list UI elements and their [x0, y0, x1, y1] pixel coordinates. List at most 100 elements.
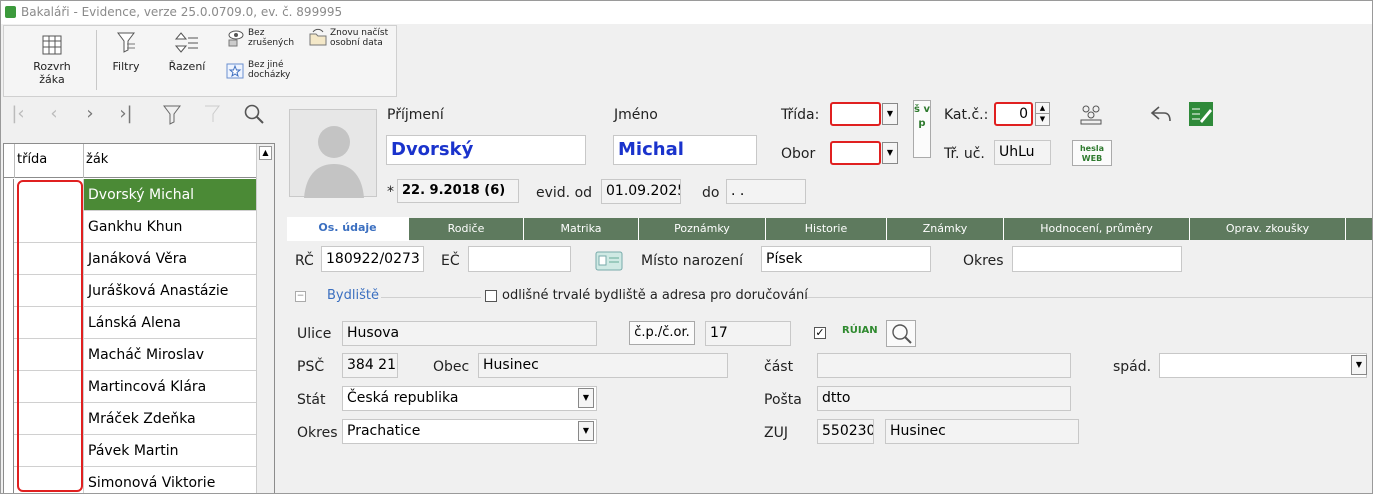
row-selector[interactable]	[4, 307, 14, 339]
search-icon[interactable]	[243, 103, 265, 125]
house-number-field[interactable]: 17	[705, 321, 791, 346]
without-other-attendance-button[interactable]: Bez jiné docházky	[226, 60, 290, 80]
okres-field[interactable]: Prachatice	[342, 419, 597, 444]
ribbon-separator	[96, 30, 97, 90]
row-selector[interactable]	[4, 467, 14, 493]
tab-2[interactable]: Matrika	[524, 218, 639, 240]
field-field[interactable]	[830, 141, 881, 165]
spad-field[interactable]	[1159, 353, 1367, 378]
table-row[interactable]: Dvorský Michal	[14, 179, 256, 211]
birth-district-field[interactable]	[1012, 246, 1182, 272]
state-field[interactable]: Česká republika	[342, 386, 597, 411]
row-selector[interactable]	[4, 275, 14, 307]
timetable-button[interactable]: Rozvrh žáka	[22, 34, 82, 86]
post-field[interactable]: dtto	[817, 386, 1071, 411]
tab-4[interactable]: Historie	[766, 218, 887, 240]
web-passwords-button[interactable]: hesla WEB	[1072, 140, 1112, 166]
col-class-header[interactable]: třída	[14, 144, 84, 178]
to-field[interactable]: . .	[726, 179, 806, 204]
row-class-cell	[14, 179, 84, 211]
table-row[interactable]: Mráček Zdeňka	[14, 403, 256, 435]
grid-scrollbar[interactable]: ▲	[256, 144, 274, 493]
collapse-residence-icon[interactable]: −	[295, 291, 306, 302]
psc-field[interactable]: 384 21	[342, 353, 398, 378]
row-selector[interactable]	[4, 435, 14, 467]
class-dropdown-icon[interactable]: ▼	[882, 103, 898, 125]
edit-green-icon[interactable]	[1188, 101, 1214, 127]
state-dropdown-icon[interactable]: ▼	[578, 388, 594, 408]
row-selector[interactable]	[4, 371, 14, 403]
table-row[interactable]: Janáková Věra	[14, 243, 256, 275]
table-row[interactable]: Martincová Klára	[14, 371, 256, 403]
part-field[interactable]	[817, 353, 1071, 378]
last-record-icon[interactable]: ›|	[115, 103, 137, 125]
city-field[interactable]: Husinec	[478, 353, 728, 378]
spad-dropdown-icon[interactable]: ▼	[1351, 355, 1367, 375]
ruian-search-button[interactable]	[886, 320, 916, 347]
row-selector[interactable]	[4, 403, 14, 435]
spin-down-icon[interactable]: ▼	[1035, 114, 1050, 126]
next-record-icon[interactable]: ›	[79, 103, 101, 125]
table-row[interactable]: Jurášková Anastázie	[14, 275, 256, 307]
catalog-field[interactable]: 0	[994, 102, 1033, 126]
ruian-checkbox[interactable]: ✓	[814, 327, 826, 339]
filters-button[interactable]: Filtry	[104, 30, 148, 73]
street-field[interactable]: Husova	[342, 321, 597, 346]
row-student-name: Mráček Zdeňka	[88, 411, 196, 427]
filter-record-icon[interactable]	[161, 103, 183, 125]
row-selector[interactable]	[4, 211, 14, 243]
previous-record-icon[interactable]: ‹	[43, 103, 65, 125]
row-selector[interactable]	[4, 339, 14, 371]
ruian-logo[interactable]: RÚIAN	[842, 325, 878, 336]
class-field[interactable]	[830, 102, 881, 126]
field-dropdown-icon[interactable]: ▼	[882, 142, 898, 164]
table-row[interactable]: Pávek Martin	[14, 435, 256, 467]
table-row[interactable]: Lánská Alena	[14, 307, 256, 339]
tab-7[interactable]: Oprav. zkoušky	[1190, 218, 1346, 240]
spin-up-icon[interactable]: ▲	[1035, 102, 1050, 114]
tab-3[interactable]: Poznámky	[639, 218, 766, 240]
first-record-icon[interactable]: |‹	[7, 103, 29, 125]
table-row[interactable]: Macháč Miroslav	[14, 339, 256, 371]
tab-5[interactable]: Známky	[887, 218, 1004, 240]
col-student-header[interactable]: žák	[84, 144, 256, 178]
row-class-cell	[14, 403, 84, 435]
birth-district-label: Okres	[963, 253, 1004, 269]
undo-filter-icon[interactable]	[201, 103, 223, 125]
grid-header: třída žák	[4, 144, 256, 178]
birthplace-field[interactable]: Písek	[761, 246, 931, 272]
surname-field[interactable]: Dvorský	[386, 135, 586, 165]
row-selector[interactable]	[4, 179, 14, 211]
row-class-cell	[14, 339, 84, 371]
row-class-cell	[14, 275, 84, 307]
rc-field[interactable]: 180922/0273	[321, 246, 424, 272]
people-icon[interactable]	[1078, 103, 1104, 127]
birth-date-field: 22. 9.2018 (6)	[397, 179, 519, 203]
ec-field[interactable]	[468, 246, 571, 272]
teacher-field: UhLu	[994, 140, 1051, 165]
row-student-name: Gankhu Khun	[88, 219, 183, 235]
reload-personal-data-button[interactable]: Znovu načíst osobní data	[308, 28, 388, 48]
table-row[interactable]: Simonová Viktorie	[14, 467, 256, 493]
evid-from-field[interactable]: 01.09.2025	[601, 179, 681, 204]
back-arrow-icon[interactable]	[1149, 103, 1173, 125]
sort-button[interactable]: Řazení	[164, 30, 210, 73]
tab-1[interactable]: Rodiče	[409, 218, 524, 240]
okres-dropdown-icon[interactable]: ▼	[578, 421, 594, 441]
different-address-checkbox[interactable]	[485, 290, 497, 302]
without-cancelled-button[interactable]: Bez zrušených	[226, 28, 294, 48]
birthplace-label: Místo narození	[641, 253, 743, 269]
house-number-button[interactable]: č.p./č.or.	[629, 321, 695, 345]
row-selector[interactable]	[4, 243, 14, 275]
scroll-up-icon[interactable]: ▲	[259, 146, 272, 160]
table-row[interactable]: Gankhu Khun	[14, 211, 256, 243]
sort-icon	[174, 32, 198, 53]
tab-0[interactable]: Os. údaje	[287, 217, 409, 241]
tab-6[interactable]: Hodnocení, průměry	[1004, 218, 1190, 240]
zuj-name-field[interactable]: Husinec	[885, 419, 1079, 444]
id-card-icon[interactable]	[595, 251, 623, 271]
zuj-code-field[interactable]: 550230	[817, 419, 874, 444]
svp-button[interactable]: š v p	[913, 100, 931, 158]
catalog-spinner[interactable]: ▲ ▼	[1035, 102, 1050, 126]
name-field[interactable]: Michal	[613, 135, 757, 165]
